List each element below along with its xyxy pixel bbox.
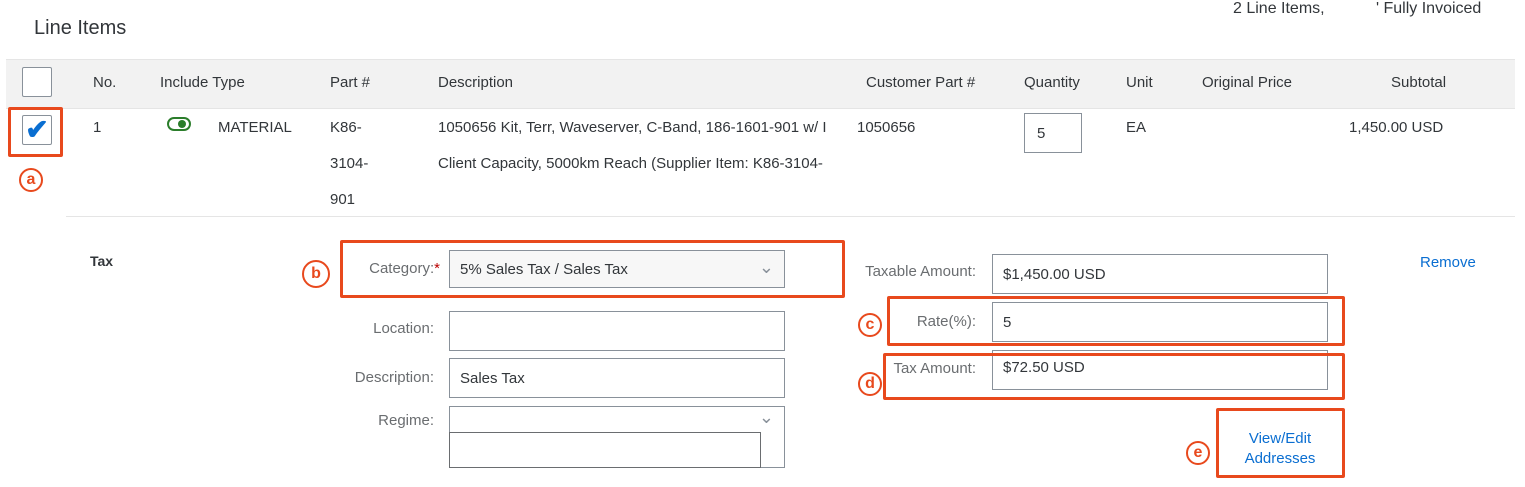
col-unit: Unit xyxy=(1126,74,1153,91)
remove-link[interactable]: Remove xyxy=(1420,253,1476,273)
annotation-marker-e: e xyxy=(1186,441,1210,465)
annotation-marker-c: c xyxy=(858,313,882,337)
row-no: 1 xyxy=(93,119,102,136)
chevron-down-icon: ⌄ xyxy=(758,407,774,427)
annotation-marker-d: d xyxy=(858,372,882,396)
col-quantity: Quantity xyxy=(1024,74,1080,91)
row-part-line-2: 3104- xyxy=(330,155,369,172)
taxable-amount-input[interactable]: $1,450.00 USD xyxy=(992,254,1328,294)
row-part-line-3: 901 xyxy=(330,191,356,208)
description-label: Description: xyxy=(354,369,434,386)
location-input[interactable] xyxy=(449,311,785,351)
annotation-box-d xyxy=(883,353,1345,400)
row-divider xyxy=(66,216,1515,217)
row-description-line-1: 1050656 Kit, Terr, Waveserver, C-Band, 1… xyxy=(438,119,827,136)
col-original-price: Original Price xyxy=(1202,74,1293,91)
row-unit: EA xyxy=(1126,119,1147,136)
row-customer-part: 1050656 xyxy=(857,119,916,136)
tax-heading: Tax xyxy=(90,253,114,269)
col-customer-part: Customer Part # xyxy=(866,74,976,91)
location-label: Location: xyxy=(373,320,434,337)
annotation-marker-b: b xyxy=(302,260,330,288)
section-title: Line Items xyxy=(34,17,127,39)
row-part-line-1: K86- xyxy=(330,119,362,136)
description-input[interactable]: Sales Tax xyxy=(449,358,785,398)
annotation-box-b xyxy=(340,240,845,298)
regime-label: Regime: xyxy=(378,412,434,429)
annotation-marker-a: a xyxy=(19,168,43,192)
annotation-box-a xyxy=(8,107,63,157)
taxable-amount-label: Taxable Amount: xyxy=(865,263,976,280)
row-subtotal: 1,450.00 USD xyxy=(1349,119,1444,136)
col-include-type: Include Type xyxy=(160,74,245,91)
annotation-box-c xyxy=(887,296,1345,346)
toggle-on-icon xyxy=(178,120,186,128)
invoice-status: ' Fully Invoiced xyxy=(1376,0,1482,17)
col-no: No. xyxy=(93,74,117,91)
regime-extra-input[interactable] xyxy=(449,432,761,468)
col-subtotal: Subtotal xyxy=(1391,74,1447,91)
select-all-checkbox[interactable] xyxy=(22,67,52,97)
annotation-box-e xyxy=(1216,408,1345,478)
line-items-count: 2 Line Items, xyxy=(1233,0,1325,17)
quantity-input[interactable]: 5 xyxy=(1024,113,1082,153)
row-type: MATERIAL xyxy=(218,119,292,136)
col-description: Description xyxy=(438,74,514,91)
row-description-line-2: Client Capacity, 5000km Reach (Supplier … xyxy=(438,155,823,172)
col-part: Part # xyxy=(330,74,371,91)
